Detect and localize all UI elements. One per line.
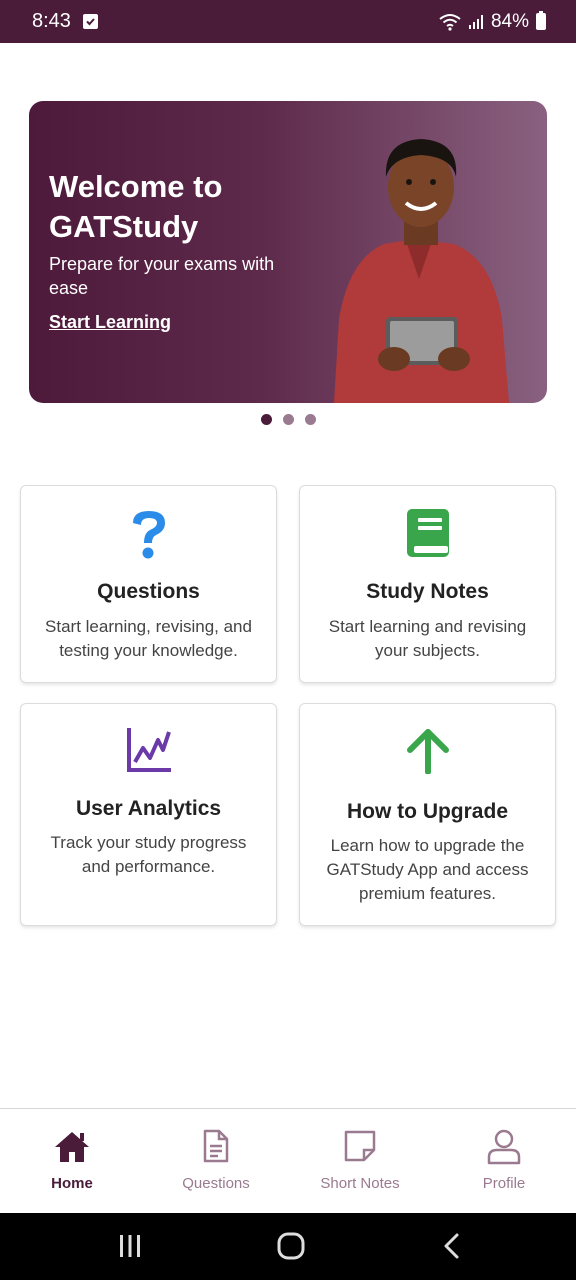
- start-learning-link[interactable]: Start Learning: [49, 312, 171, 333]
- document-icon: [203, 1129, 229, 1163]
- nav-label-home: Home: [51, 1175, 93, 1192]
- how-to-upgrade-card-description: Learn how to upgrade the GATStudy App an…: [326, 836, 529, 903]
- how-to-upgrade-card-title: How to Upgrade: [347, 800, 508, 823]
- arrow-up-icon: [406, 729, 449, 774]
- nav-label-profile: Profile: [482, 1175, 526, 1192]
- nav-item-profile[interactable]: Profile: [432, 1109, 576, 1213]
- note-icon: [344, 1130, 376, 1162]
- study-notes-card-description: Start learning and revising your subject…: [328, 617, 527, 660]
- home-button-icon[interactable]: [276, 1231, 306, 1261]
- status-bar: 8:43 84%: [0, 0, 576, 43]
- book-icon: [406, 509, 449, 557]
- nav-item-questions[interactable]: Questions: [144, 1109, 288, 1213]
- recent-apps-icon[interactable]: [118, 1231, 142, 1261]
- signal-icon: [468, 14, 483, 29]
- user-analytics-card-title: User Analytics: [75, 797, 222, 820]
- carousel-dot-1[interactable]: [260, 414, 272, 425]
- battery-percentage: 84%: [490, 10, 529, 32]
- hero-title: Welcome to GATStudy: [49, 169, 223, 244]
- study-notes-card[interactable]: Study Notes Start learning and revising …: [299, 485, 556, 683]
- system-navigation-bar: [0, 1213, 576, 1280]
- user-analytics-card[interactable]: User Analytics Track your study progress…: [20, 703, 277, 926]
- student-illustration: [334, 139, 509, 403]
- carousel-dot-2[interactable]: [282, 414, 294, 425]
- status-time: 8:43: [32, 10, 71, 32]
- battery-icon: [536, 11, 546, 30]
- nav-label-short-notes: Short Notes: [320, 1175, 400, 1192]
- questions-card[interactable]: Questions Start learning, revising, and …: [20, 485, 277, 683]
- status-indicators: 84%: [439, 11, 546, 33]
- back-icon[interactable]: [440, 1231, 464, 1261]
- nav-item-home[interactable]: Home: [0, 1109, 144, 1213]
- nav-item-short-notes[interactable]: Short Notes: [288, 1109, 432, 1213]
- checkbox-notification-icon: [82, 14, 98, 29]
- carousel-indicators: [0, 414, 576, 425]
- wifi-icon: [439, 13, 461, 31]
- nav-label-questions: Questions: [182, 1175, 250, 1192]
- user-analytics-card-description: Track your study progress and performanc…: [50, 833, 247, 876]
- person-icon: [487, 1129, 521, 1165]
- study-notes-card-title: Study Notes: [366, 580, 489, 603]
- questions-card-description: Start learning, revising, and testing yo…: [45, 617, 252, 660]
- chart-icon: [126, 728, 171, 772]
- hero-subtitle: Prepare for your exams with ease: [49, 254, 275, 298]
- home-icon: [55, 1132, 89, 1162]
- bottom-navigation: Home Questions Short Notes Profile: [0, 1108, 576, 1213]
- hero-banner[interactable]: Welcome to GATStudy Prepare for your exa…: [29, 101, 547, 403]
- how-to-upgrade-card[interactable]: How to Upgrade Learn how to upgrade the …: [299, 703, 556, 926]
- questions-card-title: Questions: [97, 580, 200, 603]
- carousel-dot-3[interactable]: [304, 414, 316, 425]
- question-mark-icon: [132, 511, 165, 559]
